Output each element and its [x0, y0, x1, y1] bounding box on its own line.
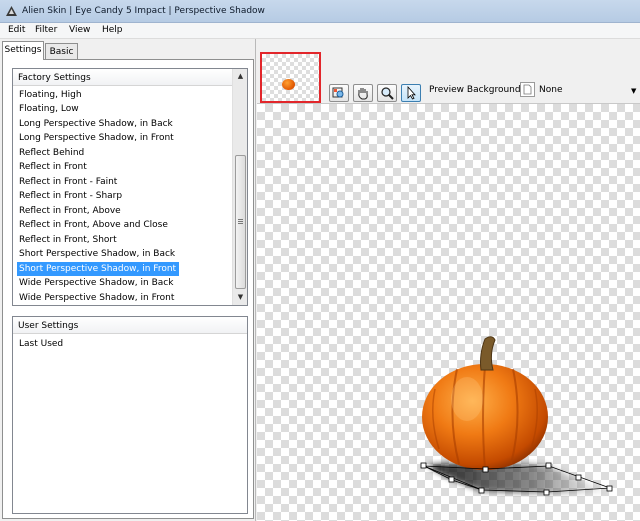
- blank-page-icon: [523, 84, 532, 95]
- chevron-down-icon[interactable]: ▼: [631, 87, 636, 95]
- user-settings-list[interactable]: User Settings Last Used: [12, 316, 248, 514]
- list-item[interactable]: Floating, Low: [17, 102, 79, 116]
- factory-settings-header: Factory Settings: [13, 69, 247, 86]
- preview-artwork: [420, 336, 613, 496]
- list-item[interactable]: Long Perspective Shadow, in Back: [17, 117, 173, 131]
- navigator-thumbnail[interactable]: [260, 52, 321, 103]
- arrow-tool-button[interactable]: [401, 84, 421, 102]
- factory-settings-list[interactable]: Factory Settings Floating, High Floating…: [12, 68, 248, 306]
- list-item[interactable]: Wide Perspective Shadow, in Back: [17, 276, 173, 290]
- scrollbar-thumb[interactable]: [235, 155, 246, 289]
- grip-line: [238, 221, 243, 222]
- list-item[interactable]: Floating, High: [17, 88, 82, 102]
- preview-panel: Preview Background: None ▼: [257, 39, 640, 521]
- hand-tool-button[interactable]: [353, 84, 373, 102]
- hand-icon: [358, 88, 368, 100]
- zoom-tool-button[interactable]: [377, 84, 397, 102]
- title-bar: Alien Skin | Eye Candy 5 Impact | Perspe…: [0, 0, 640, 23]
- zoom-navigator-icon: [332, 87, 344, 98]
- alien-skin-app-icon: [6, 6, 17, 16]
- list-item[interactable]: Reflect in Front, Above and Close: [17, 218, 168, 232]
- list-item-selected[interactable]: Short Perspective Shadow, in Front: [17, 262, 180, 276]
- list-item[interactable]: Long Perspective Shadow, in Front: [17, 131, 174, 145]
- list-item[interactable]: Reflect in Front, Short: [17, 233, 117, 247]
- magnifier-icon: [381, 87, 394, 100]
- menu-view[interactable]: View: [69, 25, 90, 35]
- menu-filter[interactable]: Filter: [35, 25, 57, 35]
- preview-background-label: Preview Background:: [429, 85, 524, 95]
- list-item[interactable]: Reflect in Front - Faint: [17, 175, 117, 189]
- preview-canvas[interactable]: [257, 103, 640, 521]
- menu-help[interactable]: Help: [102, 25, 123, 35]
- tab-settings[interactable]: Settings: [2, 41, 44, 60]
- list-item[interactable]: Wide Perspective Shadow, in Front: [17, 291, 174, 305]
- tab-basic[interactable]: Basic: [45, 43, 78, 60]
- list-item[interactable]: Reflect in Front: [17, 160, 87, 174]
- menu-edit[interactable]: Edit: [8, 25, 25, 35]
- scroll-down-arrow-icon[interactable]: ▼: [233, 290, 248, 305]
- menu-bar: Edit Filter View Help: [0, 23, 640, 39]
- scroll-up-arrow-icon[interactable]: ▲: [233, 69, 248, 84]
- arrow-pointer-icon: [407, 85, 416, 100]
- window-title: Alien Skin | Eye Candy 5 Impact | Perspe…: [22, 6, 265, 16]
- user-settings-header: User Settings: [13, 317, 247, 334]
- grip-line: [238, 223, 243, 224]
- grip-line: [238, 219, 243, 220]
- list-item[interactable]: Reflect in Front, Above: [17, 204, 121, 218]
- list-item[interactable]: Last Used: [17, 337, 63, 351]
- list-item[interactable]: Reflect in Front - Sharp: [17, 189, 122, 203]
- thumbnail-pumpkin: [282, 79, 295, 90]
- factory-list-scrollbar[interactable]: ▲ ▼: [232, 69, 247, 305]
- preview-background-select[interactable]: None: [539, 85, 562, 95]
- list-item[interactable]: Short Perspective Shadow, in Back: [17, 247, 175, 261]
- zoom-navigator-button[interactable]: [329, 84, 349, 102]
- settings-panel: Settings Basic Factory Settings Floating…: [0, 39, 256, 521]
- list-item[interactable]: Reflect Behind: [17, 146, 84, 160]
- pumpkin-image: [422, 336, 548, 470]
- preview-background-swatch[interactable]: [520, 82, 535, 97]
